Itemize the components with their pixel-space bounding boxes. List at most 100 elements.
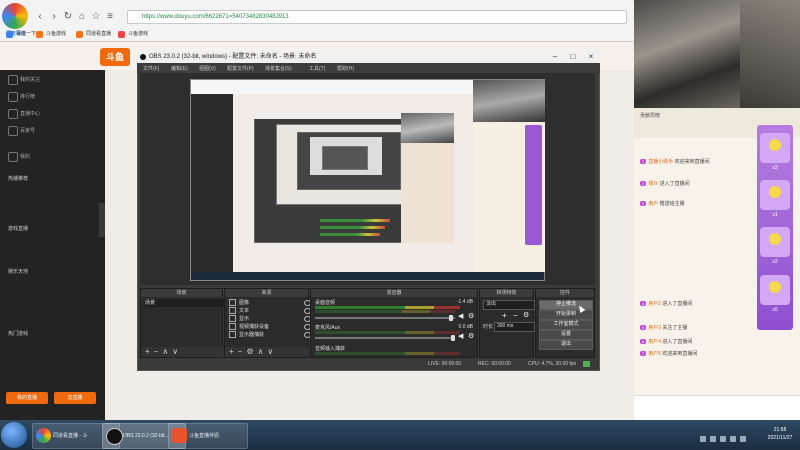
minimize-icon[interactable]: – (546, 51, 564, 63)
gift-icon[interactable] (760, 227, 790, 257)
start-recording-button[interactable]: 开始录制 (539, 310, 593, 320)
gear-icon[interactable]: ⚙ (246, 347, 257, 356)
follow-icon (8, 75, 18, 85)
sidebar-section: 热门游戏 (8, 331, 29, 337)
exit-button[interactable]: 退出 (539, 340, 593, 350)
gift-icon[interactable] (760, 275, 790, 305)
rec-timer: REC: 00:00:00 (478, 361, 511, 367)
menu-tools[interactable]: 工具(T) (309, 65, 325, 72)
captured-taskbar (191, 272, 544, 280)
stream-health-icon (583, 361, 590, 367)
sources-dock: 来源 图像 文本 显示 视频捕获设备 显示器捕获 +−⚙∧∨ (224, 288, 319, 358)
chat-input[interactable] (634, 395, 800, 420)
address-bar[interactable]: https://www.douyu.com/6622671=5407348283… (127, 10, 627, 24)
obs-icon (106, 428, 123, 445)
chat-message: 6 用户4 进入了直播间 (640, 339, 693, 345)
monitor-icon (229, 331, 236, 339)
go-live-button[interactable]: 去直播 (54, 392, 96, 404)
down-icon[interactable]: ∨ (267, 347, 277, 356)
sidebar-item[interactable]: 我的关注 (20, 76, 40, 83)
source-item[interactable]: 视频捕获设备 (229, 323, 319, 331)
sidebar-collapse-handle[interactable] (99, 203, 105, 237)
menu-scene-collection[interactable]: 场景集合(S) (265, 65, 292, 72)
transitions-dock: 转场特效 淡出 + − ⚙ 时长 300 ms (479, 288, 535, 358)
speaker-icon[interactable]: ◀ (458, 312, 463, 320)
bookmark-item[interactable]: 斗鱼游戏 (36, 30, 66, 39)
menu-icon[interactable]: ≡ (104, 11, 116, 23)
forward-icon[interactable]: › (48, 11, 60, 23)
track-name: 音频输入捕获 (315, 346, 346, 352)
gear-icon[interactable]: ⚙ (468, 332, 474, 340)
gear-icon[interactable]: ⚙ (468, 312, 474, 320)
source-item[interactable]: 显示 (229, 315, 319, 323)
volume-slider[interactable] (315, 315, 455, 321)
menu-file[interactable]: 文件(F) (143, 65, 159, 72)
back-icon[interactable]: ‹ (34, 11, 46, 23)
sidebar-item[interactable]: 排行榜 (20, 93, 35, 100)
gear-icon[interactable]: ⚙ (523, 311, 529, 319)
sidebar-section: 游戏直播 (8, 226, 29, 232)
sidebar-item[interactable]: 直播中心 (20, 110, 40, 117)
speaker-icon[interactable]: ◀ (458, 332, 463, 340)
menu-view[interactable]: 视图(V) (199, 65, 216, 72)
sidebar-item[interactable]: 百家号 (20, 127, 35, 134)
tray-icon[interactable] (710, 436, 716, 442)
transition-select[interactable]: 淡出 (483, 300, 535, 310)
browser-icon (36, 428, 51, 443)
home-icon[interactable]: ⌂ (76, 11, 88, 23)
browser-logo-icon[interactable] (2, 3, 28, 29)
down-icon[interactable]: ∨ (172, 347, 182, 356)
close-icon[interactable]: × (582, 51, 600, 63)
up-icon[interactable]: ∧ (258, 347, 268, 356)
refresh-icon[interactable]: ↻ (62, 11, 74, 23)
remove-icon[interactable]: − (513, 311, 518, 320)
bookmark-item[interactable]: 同道看直播 (76, 30, 111, 39)
volume-knob[interactable] (449, 315, 453, 321)
source-item[interactable]: 图像 (229, 299, 319, 307)
maximize-icon[interactable]: □ (564, 51, 582, 63)
menu-profile[interactable]: 配置文件(P) (227, 65, 254, 72)
chat-message: 2 观众 进入了直播间 (640, 181, 690, 187)
sources-dock-title: 来源 (225, 289, 308, 297)
add-icon[interactable]: + (145, 347, 154, 356)
duration-input[interactable]: 300 ms (494, 322, 535, 332)
source-item[interactable]: 文本 (229, 307, 319, 315)
start-button[interactable] (1, 422, 27, 448)
gift-icon[interactable] (760, 180, 790, 210)
sidebar-item[interactable]: 我的 (20, 153, 30, 160)
bookmark-item[interactable]: 百度一下 (6, 30, 36, 39)
menu-edit[interactable]: 编辑(E) (171, 65, 188, 72)
network-icon[interactable] (730, 436, 736, 442)
my-live-button[interactable]: 我的直播 (6, 392, 48, 404)
scene-item[interactable]: 场景 (145, 299, 225, 307)
system-clock[interactable]: 21:58 2021/11/27 (762, 426, 798, 446)
bookmark-star-icon[interactable]: ☆ (90, 11, 102, 23)
volume-icon[interactable] (740, 436, 746, 442)
tray-icon[interactable] (720, 436, 726, 442)
add-icon[interactable]: + (502, 311, 507, 320)
live-center-icon (8, 109, 18, 119)
settings-button[interactable]: 设置 (539, 330, 593, 340)
menu-help[interactable]: 帮助(H) (337, 65, 354, 72)
volume-slider[interactable] (315, 335, 455, 341)
level-badge: 4 (640, 301, 647, 306)
webcam-feed-right (740, 0, 800, 108)
image-icon (229, 299, 236, 307)
captured-gift-rail (525, 125, 542, 245)
gift-icon[interactable] (760, 133, 790, 163)
add-icon[interactable]: + (229, 347, 238, 356)
scenes-dock-title: 场景 (141, 289, 222, 297)
taskbar-item[interactable]: 斗鱼直播伴侣 (168, 423, 248, 449)
scenes-dock: 场景 场景 +−∧∨ (140, 288, 226, 358)
up-icon[interactable]: ∧ (162, 347, 172, 356)
douyu-logo[interactable]: 斗鱼 (100, 48, 130, 66)
studio-mode-button[interactable]: 工作室模式 (539, 320, 593, 330)
source-item[interactable]: 显示器捕获 (229, 331, 319, 339)
volume-knob[interactable] (451, 335, 455, 341)
display-icon (229, 315, 236, 323)
camera-icon (229, 323, 236, 331)
tray-icon[interactable] (700, 436, 706, 442)
gift-count: x1 (772, 212, 778, 218)
contrib-rank-label[interactable]: 贡献周榜 (640, 112, 660, 119)
bookmark-item[interactable]: 斗鱼游戏 (118, 30, 148, 39)
